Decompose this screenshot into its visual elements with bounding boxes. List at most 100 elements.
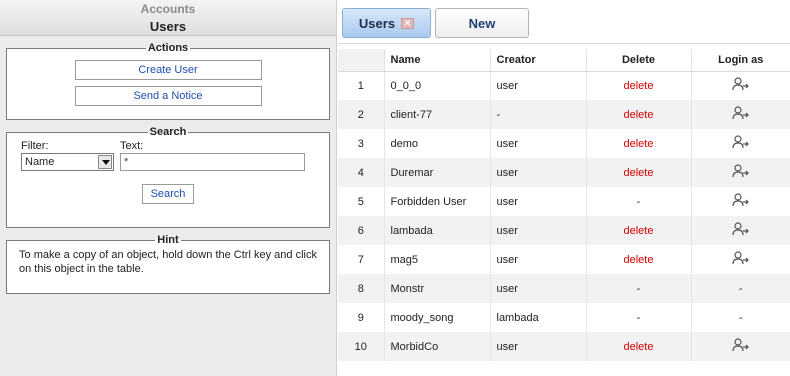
table-row[interactable]: 7 mag5 user delete [338,245,790,274]
tab-new-label: New [468,16,496,31]
row-index: 5 [338,187,385,216]
user-name-cell[interactable]: client-77 [384,100,491,129]
column-header-login-as: Login as [691,49,790,72]
creator-cell: user [490,71,587,100]
search-box: Search Filter: Text: Name Search [6,126,330,228]
text-label: Text: [120,140,144,152]
login-as-cell [691,71,790,100]
filter-select-value: Name [25,156,55,168]
delete-cell: - [586,274,692,303]
row-index: 8 [338,274,385,303]
delete-link[interactable]: delete [586,158,692,187]
filter-label: Filter: [21,140,49,152]
row-index: 9 [338,303,385,332]
creator-cell: user [490,187,587,216]
creator-cell: user [490,245,587,274]
row-index: 3 [338,129,385,158]
users-table: Name Creator Delete Login as 1 0_0_0 user d… [338,49,790,361]
user-name-cell[interactable]: moody_song [384,303,491,332]
user-name-cell[interactable]: Duremar [384,158,491,187]
row-index: 2 [338,100,385,129]
user-login-icon[interactable] [732,338,750,352]
user-login-icon[interactable] [732,106,750,120]
creator-cell: user [490,129,587,158]
hint-text: To make a copy of an object, hold down t… [19,249,317,275]
creator-cell: lambada [490,303,587,332]
actions-legend: Actions [147,42,189,54]
creator-cell: - [490,100,587,129]
tab-new[interactable]: New [435,8,529,38]
left-panel: Accounts Users Actions Create User Send … [0,0,337,376]
login-as-cell [691,332,790,361]
delete-link[interactable]: delete [586,216,692,245]
login-as-cell [691,129,790,158]
table-row[interactable]: 2 client-77- delete [338,100,790,129]
table-row[interactable]: 9 moody_song lambada - - [338,303,790,332]
user-login-icon[interactable] [732,164,750,178]
user-login-icon[interactable] [732,77,750,91]
table-row[interactable]: 3 demo user delete [338,129,790,158]
row-index: 6 [338,216,385,245]
row-index: 4 [338,158,385,187]
user-login-icon[interactable] [732,193,750,207]
column-header-index [338,49,385,72]
send-notice-button[interactable]: Send a Notice [74,86,262,106]
column-header-creator[interactable]: Creator [490,49,587,72]
creator-cell: user [490,274,587,303]
users-title: Users [149,19,187,34]
delete-link[interactable]: delete [586,129,692,158]
row-index: 7 [338,245,385,274]
table-row[interactable]: 8 Monstr user - - [338,274,790,303]
delete-link[interactable]: delete [586,71,692,100]
table-header-row: Name Creator Delete Login as [338,49,790,72]
login-as-cell: - [691,274,790,303]
user-name-cell[interactable]: 0_0_0 [384,71,491,100]
user-name-cell[interactable]: mag5 [384,245,491,274]
close-icon[interactable]: ✕ [401,18,415,30]
table-row[interactable]: 6 lambada user delete [338,216,790,245]
user-name-cell[interactable]: Forbidden User [384,187,491,216]
delete-link[interactable]: delete [586,100,692,129]
column-header-name[interactable]: Name [384,49,491,72]
user-name-cell[interactable]: Monstr [384,274,491,303]
delete-link[interactable]: delete [586,245,692,274]
login-as-cell [691,158,790,187]
row-index: 1 [338,71,385,100]
hint-legend: Hint [157,234,179,246]
search-legend: Search [149,126,187,138]
user-name-cell[interactable]: lambada [384,216,491,245]
search-text-input[interactable] [120,153,305,171]
delete-link[interactable]: delete [586,332,692,361]
user-login-icon[interactable] [732,251,750,265]
table-row[interactable]: 4 Duremar user delete [338,158,790,187]
delete-cell: - [586,187,692,216]
actions-box: Actions Create User Send a Notice [6,42,330,120]
table-row[interactable]: 5 Forbidden User user - [338,187,790,216]
login-as-cell: - [691,303,790,332]
creator-cell: user [490,158,587,187]
tab-users[interactable]: Users ✕ [342,8,431,38]
table-row[interactable]: 10 MorbidCo user delete [338,332,790,361]
delete-cell: - [586,303,692,332]
login-as-cell [691,216,790,245]
user-name-cell[interactable]: MorbidCo [384,332,491,361]
table-row[interactable]: 1 0_0_0 user delete [338,71,790,100]
create-user-button[interactable]: Create User [74,60,262,80]
tab-users-label: Users [358,16,396,31]
chevron-down-icon[interactable] [98,155,112,169]
user-login-icon[interactable] [732,135,750,149]
row-index: 10 [338,332,385,361]
filter-select[interactable]: Name [21,153,114,171]
column-header-delete: Delete [586,49,692,72]
tab-bar: Users ✕ New [338,0,790,44]
creator-cell: user [490,216,587,245]
creator-cell: user [490,332,587,361]
login-as-cell [691,100,790,129]
table-body: 1 0_0_0 user delete 2 client-77- delete 3 demo us… [338,71,790,361]
hint-box: Hint To make a copy of an object, hold d… [6,234,330,294]
search-button[interactable]: Search [142,184,194,204]
user-name-cell[interactable]: demo [384,129,491,158]
user-login-icon[interactable] [732,222,750,236]
main-panel: Users ✕ New Name Creator Delete Login as … [338,0,790,376]
login-as-cell [691,187,790,216]
